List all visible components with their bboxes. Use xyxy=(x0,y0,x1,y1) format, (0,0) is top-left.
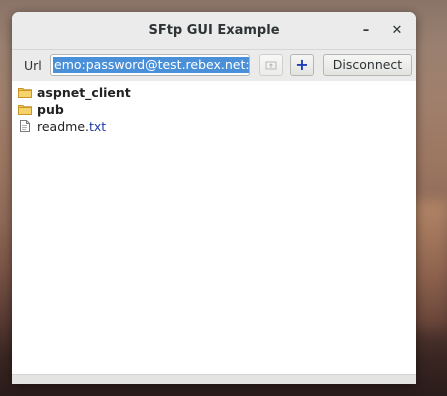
url-input[interactable]: emo:password@test.rebex.net:22 xyxy=(50,54,250,76)
parent-folder-button[interactable] xyxy=(259,54,283,76)
list-item-label: readme.txt xyxy=(37,118,106,135)
disconnect-button[interactable]: Disconnect xyxy=(323,54,412,76)
add-button[interactable]: + xyxy=(290,54,314,76)
status-bar xyxy=(12,374,416,384)
url-input-value: emo:password@test.rebex.net:22 xyxy=(53,57,249,73)
minimize-button[interactable]: – xyxy=(356,21,376,41)
folder-up-icon xyxy=(265,61,277,70)
list-item-label: aspnet_client xyxy=(37,85,131,100)
list-item-label: pub xyxy=(37,102,64,117)
file-list[interactable]: aspnet_client pub readme.txt xyxy=(12,81,416,374)
file-extension: txt xyxy=(89,119,107,134)
file-name: readme. xyxy=(37,119,89,134)
url-label: Url xyxy=(24,58,42,73)
sftp-window: SFtp GUI Example – ✕ Url emo:password@te… xyxy=(12,12,416,384)
toolbar: Url emo:password@test.rebex.net:22 + Dis… xyxy=(12,50,416,82)
folder-icon xyxy=(18,88,32,98)
folder-icon xyxy=(18,105,32,115)
close-button[interactable]: ✕ xyxy=(387,21,407,41)
title-bar[interactable]: SFtp GUI Example – ✕ xyxy=(12,12,416,50)
file-icon xyxy=(20,120,30,132)
